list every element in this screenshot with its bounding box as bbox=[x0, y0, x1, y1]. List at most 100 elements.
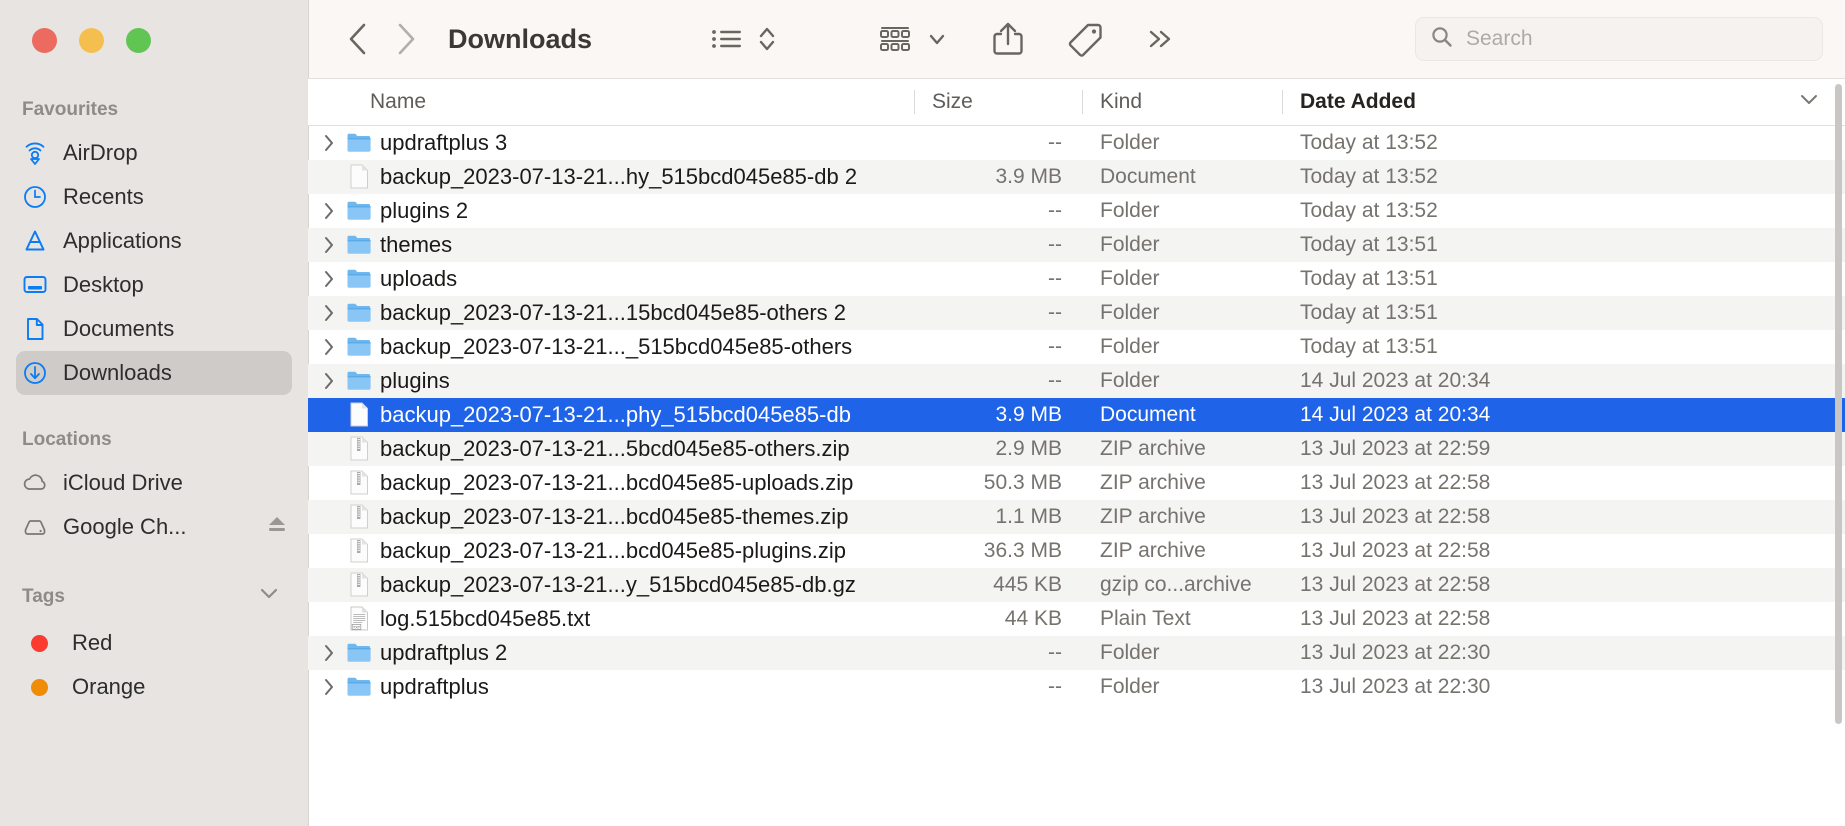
document-icon bbox=[342, 401, 376, 429]
window-controls bbox=[0, 0, 308, 53]
downloads-icon bbox=[22, 360, 48, 386]
file-name-cell: plugins 2 bbox=[308, 198, 914, 225]
group-by-control[interactable] bbox=[878, 23, 948, 55]
eject-icon[interactable] bbox=[266, 513, 288, 541]
sidebar-item-label: AirDrop bbox=[63, 140, 138, 165]
file-name-label: backup_2023-07-13-21...15bcd045e85-other… bbox=[380, 300, 847, 325]
close-button[interactable] bbox=[32, 28, 57, 53]
minimize-button[interactable] bbox=[79, 28, 104, 53]
file-date-added-cell: 13 Jul 2023 at 22:30 bbox=[1300, 675, 1491, 698]
table-row[interactable]: TXT log.515bcd045e85.txt 44 KB Plain Text 13… bbox=[308, 602, 1845, 636]
disclosure-triangle-icon[interactable] bbox=[316, 336, 342, 358]
sidebar-item-red[interactable]: Red bbox=[16, 621, 292, 665]
file-size-cell: 445 KB bbox=[993, 573, 1062, 596]
table-row[interactable]: backup_2023-07-13-21..._515bcd045e85-oth… bbox=[308, 330, 1845, 364]
column-header-size[interactable]: Size bbox=[914, 79, 1082, 125]
file-size-cell: 3.9 MB bbox=[995, 403, 1062, 426]
more-icon[interactable] bbox=[1144, 23, 1178, 55]
table-row[interactable]: updraftplus 3 -- Folder Today at 13:52 bbox=[308, 126, 1845, 160]
table-row[interactable]: backup_2023-07-13-21...phy_515bcd045e85-… bbox=[308, 398, 1845, 432]
table-row[interactable]: backup_2023-07-13-21...hy_515bcd045e85-d… bbox=[308, 160, 1845, 194]
file-name-label: backup_2023-07-13-21...5bcd045e85-others… bbox=[380, 436, 850, 461]
folder-icon bbox=[342, 300, 376, 327]
column-header-date-added[interactable]: Date Added bbox=[1282, 79, 1845, 125]
sidebar-item-label: Recents bbox=[63, 184, 144, 209]
sidebar-item-downloads[interactable]: Downloads bbox=[16, 351, 292, 395]
table-row[interactable]: backup_2023-07-13-21...5bcd045e85-others… bbox=[308, 432, 1845, 466]
tag-icon[interactable] bbox=[1066, 19, 1106, 59]
file-date-added-cell: Today at 13:52 bbox=[1300, 165, 1438, 188]
folder-icon bbox=[342, 640, 376, 667]
finder-window: Favourites AirDrop Recents Applications Desk… bbox=[0, 0, 1845, 826]
disclosure-triangle-icon[interactable] bbox=[316, 676, 342, 698]
table-row[interactable]: backup_2023-07-13-21...y_515bcd045e85-db… bbox=[308, 568, 1845, 602]
folder-icon bbox=[342, 368, 376, 395]
file-name-cell: backup_2023-07-13-21...y_515bcd045e85-db… bbox=[308, 571, 914, 599]
file-kind-cell: Folder bbox=[1100, 641, 1160, 664]
file-size-cell: 44 KB bbox=[1004, 607, 1062, 630]
sidebar-item-icloud-drive[interactable]: iCloud Drive bbox=[16, 461, 292, 505]
sidebar-item-label: Documents bbox=[63, 316, 175, 341]
file-name-label: uploads bbox=[380, 266, 458, 291]
collapse-chevron-icon[interactable] bbox=[258, 583, 280, 611]
sidebar-item-documents[interactable]: Documents bbox=[16, 307, 292, 351]
folder-icon bbox=[342, 334, 376, 361]
back-button[interactable] bbox=[334, 21, 382, 57]
file-size-cell: 3.9 MB bbox=[995, 165, 1062, 188]
list-view-icon[interactable] bbox=[710, 24, 744, 54]
table-row[interactable]: backup_2023-07-13-21...bcd045e85-themes.… bbox=[308, 500, 1845, 534]
toolbar: Downloads Search bbox=[308, 0, 1845, 78]
sidebar-item-airdrop[interactable]: AirDrop bbox=[16, 131, 292, 175]
search-field[interactable]: Search bbox=[1415, 17, 1823, 61]
drive-icon bbox=[22, 514, 48, 540]
disclosure-triangle-icon[interactable] bbox=[316, 234, 342, 256]
sidebar-item-label: Orange bbox=[72, 674, 146, 699]
sidebar-item-label: Applications bbox=[63, 228, 182, 253]
file-kind-cell: Document bbox=[1100, 403, 1196, 426]
sidebar-item-label: Desktop bbox=[63, 272, 144, 297]
table-row[interactable]: uploads -- Folder Today at 13:51 bbox=[308, 262, 1845, 296]
file-date-added-cell: Today at 13:51 bbox=[1300, 301, 1438, 324]
disclosure-triangle-icon[interactable] bbox=[316, 200, 342, 222]
file-name-label: backup_2023-07-13-21...bcd045e85-plugins… bbox=[380, 538, 847, 563]
table-row[interactable]: updraftplus -- Folder 13 Jul 2023 at 22:30 bbox=[308, 670, 1845, 704]
vertical-scrollbar[interactable] bbox=[1835, 84, 1842, 724]
disclosure-triangle-icon[interactable] bbox=[316, 302, 342, 324]
sort-chevrons-icon[interactable] bbox=[756, 22, 778, 56]
disclosure-triangle-icon[interactable] bbox=[316, 642, 342, 664]
file-date-added-cell: 13 Jul 2023 at 22:58 bbox=[1300, 471, 1491, 494]
table-row[interactable]: backup_2023-07-13-21...15bcd045e85-other… bbox=[308, 296, 1845, 330]
folder-icon bbox=[342, 232, 376, 259]
file-name-label: backup_2023-07-13-21...phy_515bcd045e85-… bbox=[380, 402, 851, 427]
disclosure-triangle-icon[interactable] bbox=[316, 268, 342, 290]
sidebar-item-orange[interactable]: Orange bbox=[16, 665, 292, 709]
column-header-name[interactable]: Name bbox=[308, 79, 914, 125]
table-row[interactable]: backup_2023-07-13-21...bcd045e85-uploads… bbox=[308, 466, 1845, 500]
file-date-added-cell: 13 Jul 2023 at 22:58 bbox=[1300, 539, 1491, 562]
sidebar-section-header-favourites: Favourites bbox=[0, 99, 308, 121]
table-row[interactable]: plugins 2 -- Folder Today at 13:52 bbox=[308, 194, 1845, 228]
disclosure-triangle-icon[interactable] bbox=[316, 132, 342, 154]
file-date-added-cell: Today at 13:51 bbox=[1300, 335, 1438, 358]
disclosure-triangle-icon[interactable] bbox=[316, 370, 342, 392]
sidebar-item-desktop[interactable]: Desktop bbox=[16, 263, 292, 307]
forward-button[interactable] bbox=[382, 21, 430, 57]
group-by-icon[interactable] bbox=[878, 23, 914, 55]
chevron-down-icon[interactable] bbox=[926, 28, 948, 50]
share-icon[interactable] bbox=[990, 19, 1026, 59]
column-header-kind[interactable]: Kind bbox=[1082, 79, 1282, 125]
table-row[interactable]: updraftplus 2 -- Folder 13 Jul 2023 at 22:3… bbox=[308, 636, 1845, 670]
table-row[interactable]: themes -- Folder Today at 13:51 bbox=[308, 228, 1845, 262]
sidebar-item-recents[interactable]: Recents bbox=[16, 175, 292, 219]
table-row[interactable]: plugins -- Folder 14 Jul 2023 at 20:34 bbox=[308, 364, 1845, 398]
file-name-cell: plugins bbox=[308, 368, 914, 395]
search-placeholder: Search bbox=[1466, 27, 1533, 50]
sidebar-item-google-ch[interactable]: Google Ch... bbox=[16, 505, 292, 549]
table-row[interactable]: backup_2023-07-13-21...bcd045e85-plugins… bbox=[308, 534, 1845, 568]
zoom-button[interactable] bbox=[126, 28, 151, 53]
file-list[interactable]: updraftplus 3 -- Folder Today at 13:52 backu… bbox=[308, 126, 1845, 826]
airdrop-icon bbox=[22, 140, 48, 166]
file-size-cell: -- bbox=[1048, 199, 1062, 222]
sidebar-item-applications[interactable]: Applications bbox=[16, 219, 292, 263]
file-kind-cell: Folder bbox=[1100, 267, 1160, 290]
